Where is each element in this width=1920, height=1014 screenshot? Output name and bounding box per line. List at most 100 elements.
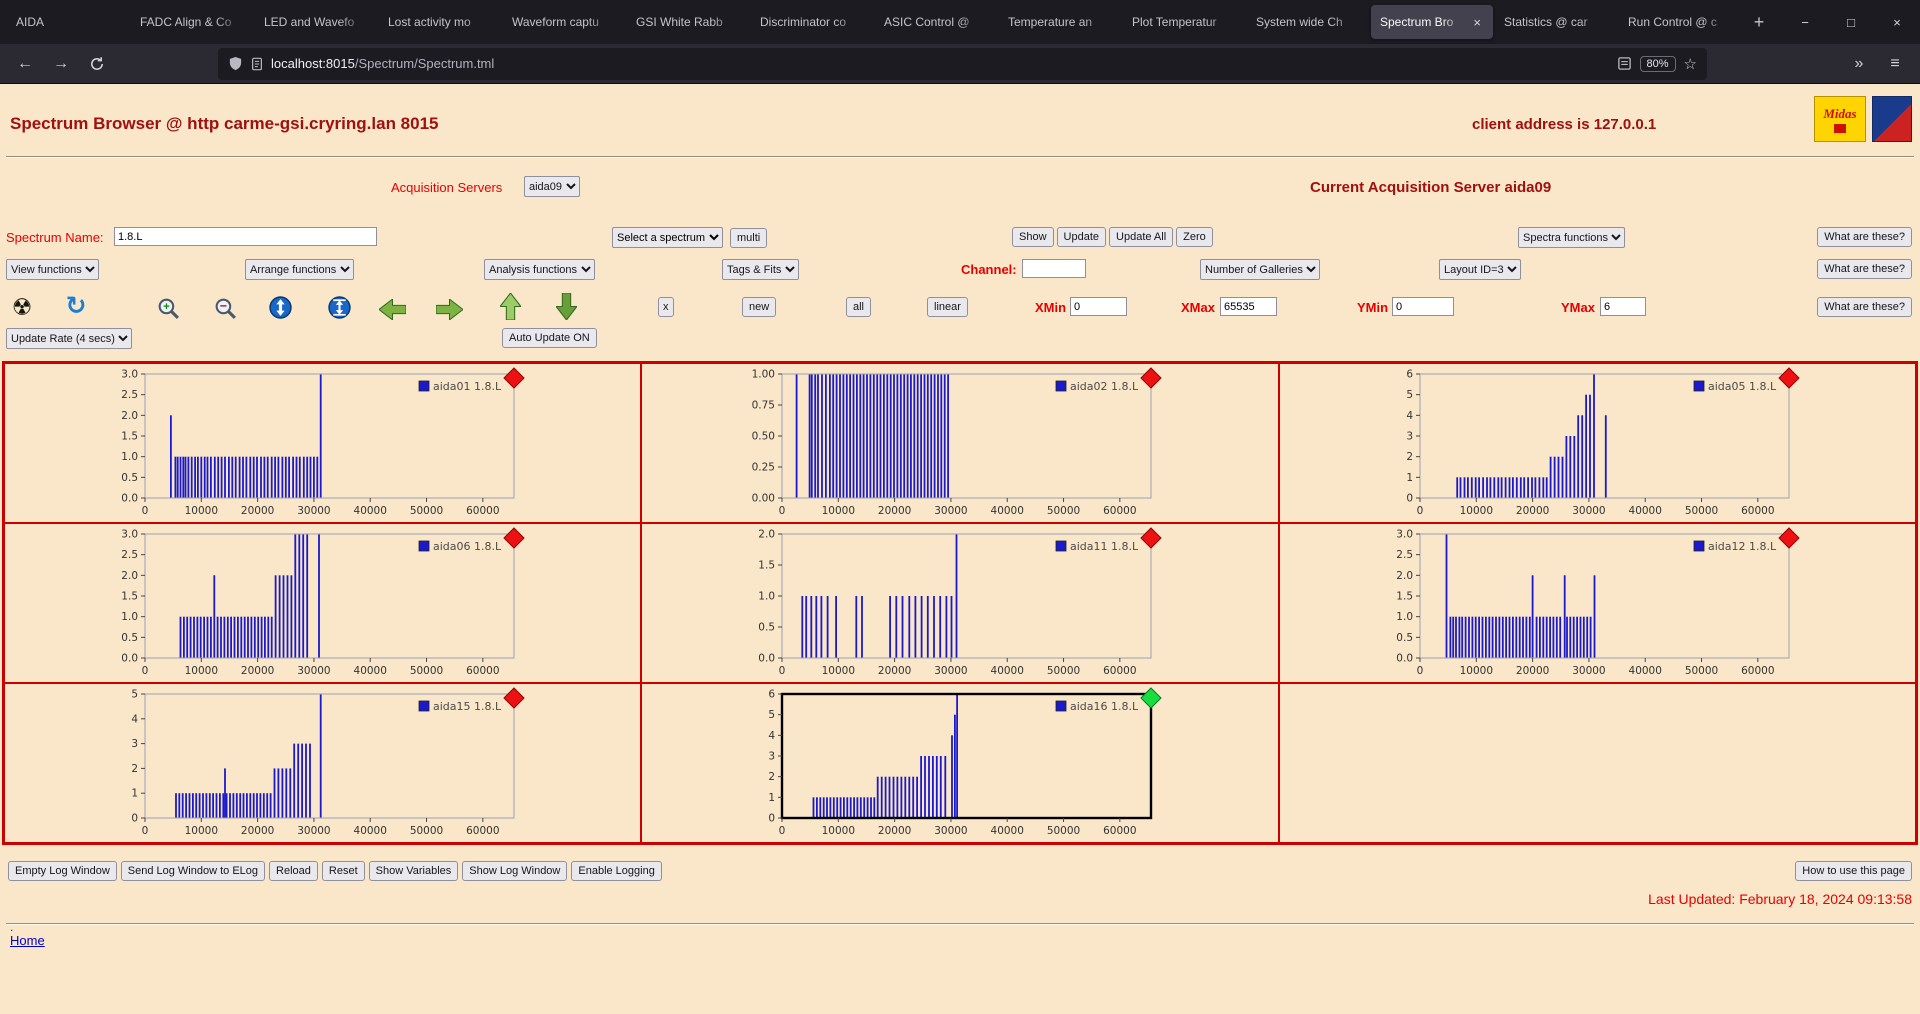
footer-button-show-variables[interactable]: Show Variables xyxy=(369,861,459,881)
update-button[interactable]: Update xyxy=(1057,227,1106,247)
tab-label: Spectrum Bro xyxy=(1380,15,1466,29)
minimize-button[interactable]: − xyxy=(1782,0,1828,44)
x-tick-label: 0 xyxy=(142,825,149,837)
browser-tab[interactable]: System wide Ch xyxy=(1247,5,1369,39)
radiation-icon[interactable]: ☢ xyxy=(8,293,36,321)
y-tick-label: 0.75 xyxy=(752,400,775,412)
what-are-these-button-3[interactable]: What are these? xyxy=(1817,297,1912,317)
browser-tab[interactable]: ASIC Control @ xyxy=(875,5,997,39)
channel-label: Channel: xyxy=(961,262,1017,277)
xmax-input[interactable] xyxy=(1220,297,1277,316)
spectrum-chart-aida06[interactable]: 0.00.51.01.52.02.53.00100002000030000400… xyxy=(5,524,641,683)
channel-input[interactable] xyxy=(1022,259,1086,278)
green-down-arrow-icon[interactable] xyxy=(552,292,580,320)
y-expand-icon[interactable] xyxy=(266,293,294,321)
browser-tab[interactable]: Plot Temperatur xyxy=(1123,5,1245,39)
back-button[interactable]: ← xyxy=(10,49,40,79)
forward-button[interactable]: → xyxy=(46,49,76,79)
site-info-icon[interactable] xyxy=(250,57,264,71)
reader-view-icon[interactable] xyxy=(1617,56,1632,71)
what-are-these-button-1[interactable]: What are these? xyxy=(1817,227,1912,247)
footer-button-send-log-window-to-elog[interactable]: Send Log Window to ELog xyxy=(121,861,265,881)
tags-fits-select[interactable]: Tags & Fits xyxy=(722,259,799,280)
browser-tab[interactable]: LED and Wavefo xyxy=(255,5,377,39)
arrange-functions-select[interactable]: Arrange functions xyxy=(245,259,354,280)
browser-tab[interactable]: Discriminator co xyxy=(751,5,873,39)
green-right-arrow-icon[interactable] xyxy=(435,295,463,323)
xmin-input[interactable] xyxy=(1070,297,1127,316)
tab-label: Plot Temperatur xyxy=(1132,15,1236,29)
browser-tab[interactable]: Statistics @ car xyxy=(1495,5,1617,39)
multi-button[interactable]: multi xyxy=(730,228,767,248)
x-tick-label: 50000 xyxy=(1047,825,1080,837)
x-button[interactable]: x xyxy=(658,297,674,317)
spectrum-chart-aida02[interactable]: 0.000.250.500.751.0001000020000300004000… xyxy=(642,364,1278,523)
url-text[interactable]: localhost:8015/Spectrum/Spectrum.tml xyxy=(271,56,494,71)
browser-tab[interactable]: AIDA xyxy=(7,5,129,39)
layout-id-select[interactable]: Layout ID=3 xyxy=(1439,259,1521,280)
browser-tab[interactable]: Lost activity mo xyxy=(379,5,501,39)
legend-label: aida01 1.8.L xyxy=(433,380,502,393)
footer-button-enable-logging[interactable]: Enable Logging xyxy=(571,861,661,881)
footer-button-reset[interactable]: Reset xyxy=(322,861,365,881)
footer-button-reload[interactable]: Reload xyxy=(269,861,318,881)
linear-button[interactable]: linear xyxy=(927,297,968,317)
maximize-button[interactable]: □ xyxy=(1828,0,1874,44)
browser-tab-active[interactable]: Spectrum Bro × xyxy=(1371,5,1493,39)
app-menu-button[interactable]: ≡ xyxy=(1880,49,1910,79)
browser-tab[interactable]: Run Control @ c xyxy=(1619,5,1741,39)
home-link[interactable]: Home xyxy=(10,933,45,948)
y-fit-icon[interactable] xyxy=(325,293,353,321)
how-to-use-button[interactable]: How to use this page xyxy=(1795,861,1912,881)
ymax-input[interactable] xyxy=(1600,297,1646,316)
spectrum-chart-aida01[interactable]: 0.00.51.01.52.02.53.00100002000030000400… xyxy=(5,364,641,523)
all-button[interactable]: all xyxy=(846,297,871,317)
number-of-galleries-select[interactable]: Number of Galleries xyxy=(1200,259,1320,280)
browser-tab[interactable]: Waveform captu xyxy=(503,5,625,39)
acquisition-server-select[interactable]: aida09 xyxy=(524,176,580,197)
spectrum-chart-aida16[interactable]: 01234560100002000030000400005000060000ai… xyxy=(642,684,1278,843)
zoom-in-icon[interactable]: + xyxy=(154,294,182,322)
midas-logo-mark xyxy=(1834,124,1846,133)
daq-logo xyxy=(1872,96,1912,142)
spectrum-chart-aida05[interactable]: 01234560100002000030000400005000060000ai… xyxy=(1280,364,1916,523)
update-all-button[interactable]: Update All xyxy=(1109,227,1173,247)
bookmark-star-icon[interactable]: ☆ xyxy=(1684,55,1697,73)
footer-button-show-log-window[interactable]: Show Log Window xyxy=(462,861,567,881)
ymin-input[interactable] xyxy=(1392,297,1454,316)
zero-button[interactable]: Zero xyxy=(1176,227,1213,247)
what-are-these-button-2[interactable]: What are these? xyxy=(1817,259,1912,279)
green-up-arrow-icon[interactable] xyxy=(496,292,524,320)
show-button[interactable]: Show xyxy=(1012,227,1054,247)
spectrum-chart-aida15[interactable]: 0123450100002000030000400005000060000aid… xyxy=(5,684,641,843)
browser-tab[interactable]: FADC Align & Co xyxy=(131,5,253,39)
update-rate-select[interactable]: Update Rate (4 secs) xyxy=(6,328,132,349)
url-bar[interactable]: localhost:8015/Spectrum/Spectrum.tml 80%… xyxy=(218,48,1707,80)
footer-button-empty-log-window[interactable]: Empty Log Window xyxy=(8,861,117,881)
select-a-spectrum-select[interactable]: Select a spectrum xyxy=(612,227,723,248)
browser-tab[interactable]: GSI White Rabb xyxy=(627,5,749,39)
new-button[interactable]: new xyxy=(742,297,776,317)
analysis-functions-select[interactable]: Analysis functions xyxy=(484,259,595,280)
x-tick-label: 50000 xyxy=(410,505,443,517)
overflow-menu-button[interactable]: » xyxy=(1844,49,1874,79)
spectrum-chart-aida12[interactable]: 0.00.51.01.52.02.53.00100002000030000400… xyxy=(1280,524,1916,683)
y-tick-label: 2.5 xyxy=(121,549,138,561)
reload-button[interactable] xyxy=(82,49,112,79)
tab-close-icon[interactable]: × xyxy=(1470,15,1484,30)
auto-update-button[interactable]: Auto Update ON xyxy=(502,328,597,348)
refresh-icon[interactable]: ↻ xyxy=(62,292,90,320)
spectrum-name-input[interactable] xyxy=(114,227,377,246)
green-left-arrow-icon[interactable] xyxy=(378,295,406,323)
zoom-out-icon[interactable]: − xyxy=(211,294,239,322)
browser-tab[interactable]: Temperature an xyxy=(999,5,1121,39)
x-tick-label: 40000 xyxy=(991,825,1024,837)
view-functions-select[interactable]: View functions xyxy=(6,259,99,280)
close-window-button[interactable]: × xyxy=(1874,0,1920,44)
legend-swatch xyxy=(419,541,429,551)
spectra-functions-select[interactable]: Spectra functions xyxy=(1518,227,1625,248)
shield-icon[interactable] xyxy=(228,56,243,71)
zoom-level-button[interactable]: 80% xyxy=(1640,56,1676,72)
spectrum-chart-aida11[interactable]: 0.00.51.01.52.00100002000030000400005000… xyxy=(642,524,1278,683)
new-tab-button[interactable]: + xyxy=(1744,7,1774,37)
